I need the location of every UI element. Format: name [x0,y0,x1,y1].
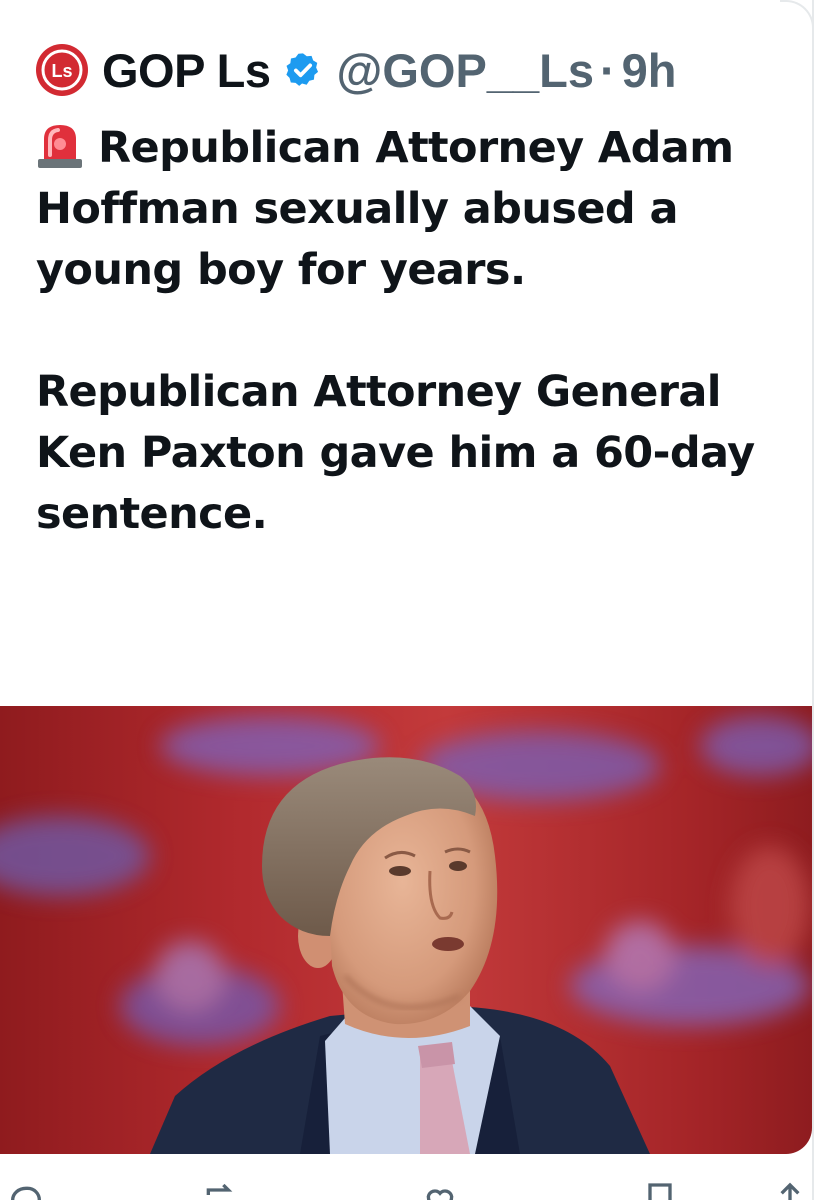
author-display-name[interactable]: GOP Ls [102,43,271,98]
share-button[interactable] [770,1180,810,1200]
photo-illustration [0,716,812,1154]
bookmark-icon [648,1183,672,1200]
tweet-actions [0,1170,838,1200]
separator-dot: · [599,43,616,97]
tweet-text: Republican Attorney Adam Hoffman sexuall… [36,118,796,545]
tweet-paragraph-2: Republican Attorney General Ken Paxton g… [36,367,755,539]
avatar-logo-icon: Ls [41,49,83,91]
tweet-header: Ls GOP Ls @GOP__Ls · 9h [36,42,676,98]
tweet-paragraph: Republican Attorney Adam Hoffman sexuall… [36,118,796,301]
share-icon [780,1182,800,1200]
reply-icon [11,1186,41,1200]
reply-button[interactable] [6,1180,56,1200]
card-corner [780,0,814,34]
tweet-media-photo[interactable] [0,706,812,1154]
card-border [812,0,814,1200]
like-button[interactable] [420,1180,470,1200]
bookmark-button[interactable] [640,1180,680,1200]
avatar-letters: Ls [51,61,72,81]
verified-badge-icon[interactable] [283,50,323,90]
tweet-paragraph-1: Republican Attorney Adam Hoffman sexuall… [36,123,734,295]
repost-icon [206,1183,233,1195]
tweet-card[interactable]: Ls GOP Ls @GOP__Ls · 9h Republican Attor… [0,0,815,1200]
tweet-timestamp[interactable]: 9h [622,43,677,98]
repost-button[interactable] [200,1180,250,1200]
heart-icon [426,1189,454,1200]
author-avatar[interactable]: Ls [36,44,88,96]
author-handle[interactable]: @GOP__Ls [337,43,594,98]
police-light-icon [38,125,82,168]
